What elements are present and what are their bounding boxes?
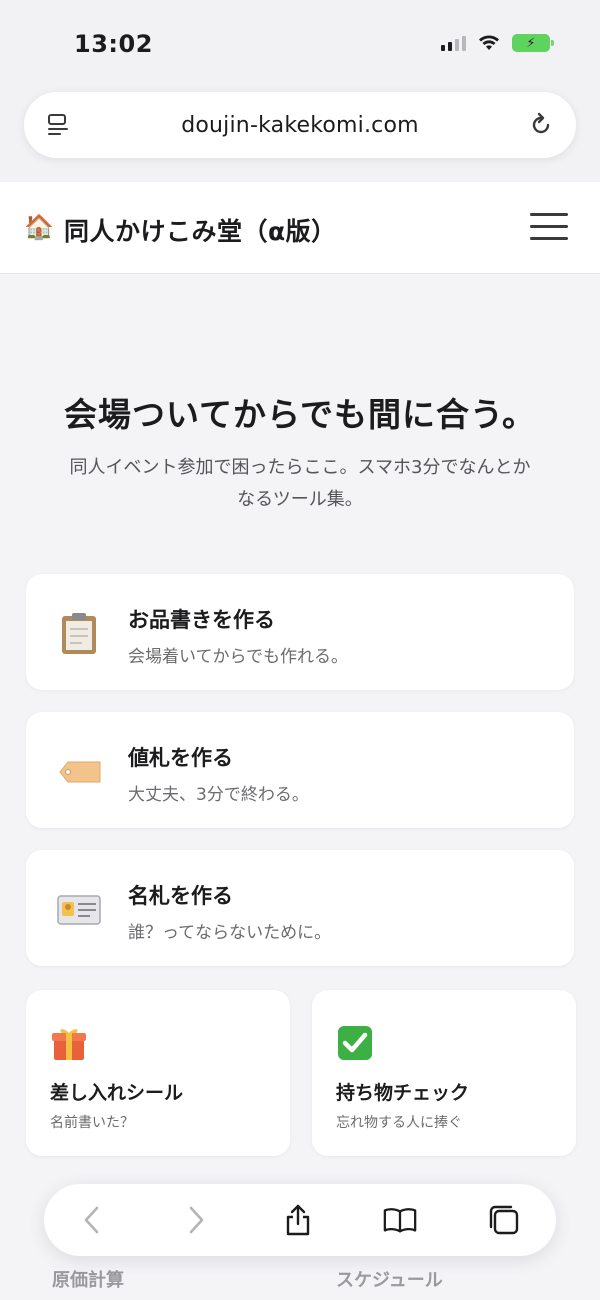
id-card-icon [57,895,101,925]
back-button[interactable] [74,1202,110,1238]
tool-card-title: 名札を作る [128,884,233,908]
gift-icon [52,1029,86,1060]
tool-card-desc: 誰？ってならないために。 [128,923,332,943]
hero-title: 会場ついてからでも間に合う。 [63,395,537,434]
site-header: 🏠 同人かけこみ堂（α版） [0,182,600,274]
bookmarks-button[interactable] [382,1202,418,1238]
forward-button[interactable] [178,1202,214,1238]
tool-card-price-tag[interactable]: 値札を作る 大丈夫、3分で終わる。 [26,712,574,828]
status-icons: ⚡ [441,34,554,52]
tool-card-desc: 忘れ物する人に捧ぐ [336,1115,462,1131]
address-bar[interactable]: doujin-kakekomi.com [24,92,576,158]
check-mark-icon [338,1026,372,1060]
hero-subtitle-line2: なるツール集。 [237,489,363,510]
menu-hamburger-icon[interactable] [530,213,568,243]
hero-subtitle: 同人イベント参加で困ったらここ。スマホ3分でなんとか なるツール集。 [30,452,570,516]
tabs-button[interactable] [486,1202,522,1238]
share-icon [286,1204,310,1236]
tool-card-title: 差し入れシール [50,1082,184,1104]
tool-card-title: 値札を作る [128,746,233,770]
status-time: 13:02 [74,30,153,58]
share-button[interactable] [280,1202,316,1238]
tool-card-title: 持ち物チェック [336,1082,470,1104]
tool-card-desc: 名前書いた？ [50,1115,134,1131]
site-title[interactable]: 同人かけこみ堂（α版） [64,212,337,248]
wifi-icon [479,35,499,50]
house-icon[interactable]: 🏠 [24,213,54,241]
tool-card-gift-sticker[interactable]: 差し入れシール 名前書いた？ [26,990,290,1156]
url-text[interactable]: doujin-kakekomi.com [181,113,419,138]
hero-subtitle-line1: 同人イベント参加で困ったらここ。スマホ3分でなんとか [69,457,531,478]
browser-toolbar [44,1184,556,1256]
battery-icon: ⚡ [512,34,554,52]
page-menu-icon[interactable] [46,112,70,138]
cellular-signal-icon [441,35,466,51]
clipboard-icon [62,613,96,654]
chevron-left-icon [84,1206,99,1234]
tool-card-title-cost[interactable]: 原価計算 [52,1266,124,1292]
book-icon [383,1208,417,1233]
status-bar: 13:02 ⚡ [0,0,600,88]
chevron-right-icon [189,1206,204,1234]
tool-card-title: お品書きを作る [128,608,275,632]
tool-card-desc: 会場着いてからでも作れる。 [128,647,348,667]
tool-card-name-badge[interactable]: 名札を作る 誰？ってならないために。 [26,850,574,966]
reload-icon[interactable] [528,112,554,138]
browser-address-area: doujin-kakekomi.com [0,88,600,182]
tool-card-menu[interactable]: お品書きを作る 会場着いてからでも作れる。 [26,574,574,690]
tool-card-desc: 大丈夫、3分で終わる。 [128,785,309,805]
tool-card-title-schedule[interactable]: スケジュール [336,1266,443,1292]
price-tag-icon [59,761,101,783]
tool-card-checklist[interactable]: 持ち物チェック 忘れ物する人に捧ぐ [312,990,576,1156]
tabs-icon [489,1205,519,1235]
